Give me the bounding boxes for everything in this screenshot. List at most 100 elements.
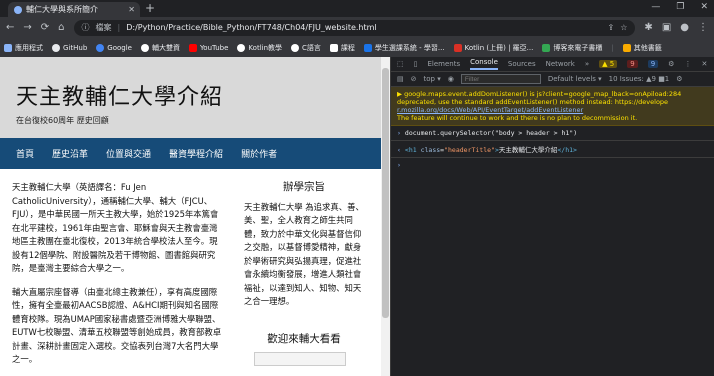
info-icon[interactable]: ⓘ [82, 22, 90, 33]
tab-network[interactable]: Network [546, 60, 575, 68]
main-content: 天主教輔仁大學（英語譯名：Fu Jen CatholicUniversity），… [0, 169, 381, 367]
restore-icon[interactable]: ❐ [676, 2, 684, 12]
prompt-icon: › [397, 129, 401, 137]
bookmark-course[interactable]: 課程 [329, 43, 355, 53]
nav-location[interactable]: 位置與交通 [106, 147, 151, 160]
devtools-panel: ⬚ ▯ Elements Console Sources Network » ▲… [390, 57, 714, 376]
folder-icon [622, 43, 631, 52]
fju-icon [140, 43, 149, 52]
tab-title: 輔仁大學與系所簡介 [26, 5, 98, 14]
bookmark-others[interactable]: 其他書籤 [622, 43, 662, 53]
issues-link[interactable]: 10 Issues: ▲9 ■1 [609, 75, 670, 83]
ebook-icon [542, 43, 551, 52]
close-tab-icon[interactable]: ✕ [128, 5, 140, 14]
tab-more[interactable]: » [585, 60, 589, 68]
scrollbar-thumb[interactable] [382, 68, 389, 318]
result-attr: class [420, 146, 441, 154]
nav-history[interactable]: 歷史沿革 [52, 147, 88, 160]
window-controls: — ❐ ✕ [651, 2, 708, 12]
reload-icon[interactable]: ⟳ [41, 22, 49, 33]
bookmark-apps[interactable]: 應用程式 [4, 43, 43, 53]
warning-link[interactable]: r.mozilla.org/docs/Web/API/EventTarget/a… [397, 106, 708, 114]
nav-about[interactable]: 關於作者 [241, 147, 277, 160]
close-window-icon[interactable]: ✕ [700, 2, 708, 12]
site-subtitle: 在台復校60周年 歷史回顧 [16, 116, 109, 125]
settings-icon[interactable]: ⚙ [668, 60, 674, 68]
browser-tab[interactable]: 輔仁大學與系所簡介 ✕ [8, 2, 140, 17]
nav-home[interactable]: 首頁 [16, 147, 34, 160]
sidebar-toggle-icon[interactable]: ▤ [397, 75, 404, 83]
device-icon[interactable]: ▯ [414, 60, 418, 68]
issue-badge[interactable]: 9 [647, 60, 659, 68]
favicon-icon [14, 5, 22, 14]
tab-console[interactable]: Console [470, 58, 498, 70]
back-icon[interactable]: ← [6, 22, 14, 33]
campus-image [254, 352, 346, 366]
close-devtools-icon[interactable]: ✕ [701, 60, 707, 68]
sidebar-icon[interactable]: ▣ [662, 22, 671, 33]
mission-column: 辦學宗旨 天主教輔仁大學 為追求真、善、美、聖，全人教育之師生共同體，致力於中華… [244, 181, 364, 367]
address-bar[interactable]: ⓘ 檔案 | D:/Python/Practice/Bible_Python/F… [73, 19, 636, 36]
google-icon [96, 43, 105, 52]
command-text: document.querySelector("body > header > … [404, 129, 578, 137]
error-badge[interactable]: 9 [627, 60, 638, 68]
bookmark-ebooks[interactable]: 博客來電子書櫃 [542, 43, 602, 53]
context-select[interactable]: top ▾ [424, 75, 441, 83]
bookmark-kotlin-book[interactable]: Kotlin (上冊) | 羅亞... [453, 43, 533, 53]
result-val: "headerTitle" [444, 146, 495, 154]
nav-program[interactable]: 醫資學程介紹 [169, 147, 223, 160]
bookmark-kotlin[interactable]: Kotlin教學 [237, 43, 282, 53]
github-icon [52, 43, 60, 52]
result-text: 天主教輔仁大學介紹 [498, 146, 558, 154]
clear-console-icon[interactable]: ⊘ [411, 75, 417, 83]
url-text[interactable]: D:/Python/Practice/Bible_Python/FT748/Ch… [126, 23, 601, 32]
tab-elements[interactable]: Elements [427, 60, 460, 68]
bookmark-github[interactable]: GitHub [52, 43, 87, 52]
console-input[interactable]: › [391, 158, 714, 172]
tab-sources[interactable]: Sources [508, 60, 536, 68]
bookmark-fju[interactable]: 輔大雙資 [140, 43, 180, 53]
console-toolbar: ▤ ⊘ top ▾ ◉ Default levels ▾ 10 Issues: … [391, 72, 714, 87]
bookmark-youtube[interactable]: YouTube [188, 43, 228, 52]
intro-column: 天主教輔仁大學（英語譯名：Fu Jen CatholicUniversity），… [12, 181, 222, 367]
site-nav: 首頁 歷史沿革 位置與交通 醫資學程介紹 關於作者 [0, 138, 381, 169]
more-options-icon[interactable]: ⋮ [684, 60, 691, 68]
minimize-icon[interactable]: — [651, 2, 660, 12]
intro-paragraph: 天主教輔仁大學（英語譯名：Fu Jen CatholicUniversity），… [12, 182, 219, 273]
bookmark-c[interactable]: C語言 [291, 43, 321, 53]
warning-badge[interactable]: ▲ 5 [599, 60, 618, 68]
menu-icon[interactable]: ⋮ [698, 22, 708, 33]
site-header: 天主教輔仁大學介紹 在台復校60周年 歷史回顧 [0, 57, 381, 138]
result-tag: h1 [408, 146, 417, 154]
home-icon[interactable]: ⌂ [58, 22, 64, 33]
intro-paragraph: 輔大直屬宗座督導（由臺北總主教兼任），享有高度國際性，擁有全臺最初AACSB認證… [12, 286, 222, 365]
extensions-icon[interactable]: ✱ [644, 22, 652, 33]
console-result[interactable]: ‹ <h1 class="headerTitle">天主教輔仁大學介紹</h1> [391, 141, 714, 158]
result-close: </h1> [557, 146, 577, 154]
page-viewport: 天主教輔仁大學介紹 在台復校60周年 歷史回顧 首頁 歷史沿革 位置與交通 醫資… [0, 57, 381, 376]
warning-line: The feature will continue to work and th… [397, 114, 638, 122]
profile-icon[interactable]: ● [680, 22, 689, 33]
result-arrow-icon: ‹ [397, 146, 401, 154]
enroll-icon [363, 43, 372, 52]
star-icon[interactable]: ☆ [620, 23, 627, 32]
warning-line: deprecated, use the standard addEventLis… [397, 98, 669, 106]
forward-icon[interactable]: → [23, 22, 31, 33]
book-icon [453, 43, 462, 52]
share-icon[interactable]: ⇪ [608, 23, 615, 32]
eye-icon[interactable]: ◉ [448, 75, 454, 83]
bookmarks-bar: 應用程式 GitHub Google 輔大雙資 YouTube Kotlin教學… [0, 38, 714, 57]
bookmark-google[interactable]: Google [96, 43, 132, 52]
console-filter-input[interactable] [460, 74, 541, 84]
page-scrollbar[interactable] [381, 57, 390, 376]
new-tab-button[interactable]: + [145, 1, 155, 15]
tab-strip: 輔仁大學與系所簡介 ✕ + — ❐ ✕ [0, 0, 714, 17]
devtools-tabs: ⬚ ▯ Elements Console Sources Network » ▲… [391, 57, 714, 72]
site-title: 天主教輔仁大學介紹 [16, 85, 224, 110]
bookmark-enroll[interactable]: 學生選課系統 - 學習... [363, 43, 445, 53]
warning-line: ▶ google.maps.event.addDomListener() is … [397, 90, 682, 98]
log-levels-select[interactable]: Default levels ▾ [548, 75, 602, 83]
inspect-icon[interactable]: ⬚ [397, 60, 404, 68]
console-settings-icon[interactable]: ⚙ [676, 75, 682, 83]
c-lang-icon [291, 43, 300, 52]
